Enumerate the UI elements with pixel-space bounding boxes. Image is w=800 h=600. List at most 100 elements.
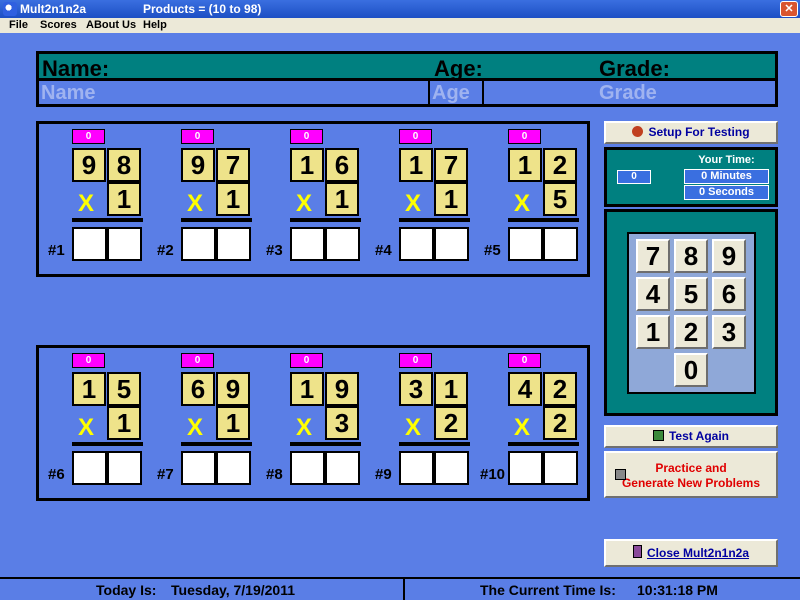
top-digit-tens: 1 xyxy=(290,372,324,406)
problem-number: #9 xyxy=(375,466,392,483)
answer-tens-box[interactable] xyxy=(508,451,543,485)
key-9[interactable]: 9 xyxy=(712,239,746,273)
problems-row-2: 0 1 5 1 X #6 0 6 9 1 X #7 0 1 9 3 X #8 0… xyxy=(36,345,590,501)
setup-for-testing-label: Setup For Testing xyxy=(648,125,750,139)
answer-ones-box[interactable] xyxy=(325,451,360,485)
test-again-button[interactable]: Test Again xyxy=(604,425,778,448)
setup-for-testing-button[interactable]: Setup For Testing xyxy=(604,121,778,144)
calculator-icon xyxy=(615,469,626,480)
menu-help[interactable]: Help xyxy=(143,19,167,31)
answer-ones-box[interactable] xyxy=(107,227,142,261)
key-7[interactable]: 7 xyxy=(636,239,670,273)
times-symbol: X xyxy=(78,190,95,217)
problem-1: 0 9 8 1 X #1 xyxy=(39,124,147,274)
age-input[interactable]: Age xyxy=(430,81,484,104)
answer-tens-box[interactable] xyxy=(181,227,216,261)
top-digit-tens: 1 xyxy=(508,148,542,182)
key-5[interactable]: 5 xyxy=(674,277,708,311)
test-again-label: Test Again xyxy=(668,429,729,443)
answer-tens-box[interactable] xyxy=(290,227,325,261)
timer-panel: 0 Your Time: 0 Minutes 0 Seconds xyxy=(604,147,778,207)
key-3[interactable]: 3 xyxy=(712,315,746,349)
current-time-label: The Current Time Is: xyxy=(480,582,616,598)
name-placeholder: Name xyxy=(41,82,96,104)
close-app-label: Close Mult2n1n2a xyxy=(646,546,750,560)
answer-ones-box[interactable] xyxy=(216,451,251,485)
problem-score: 0 xyxy=(399,353,432,368)
problem-5: 0 1 2 5 X #5 xyxy=(475,124,583,274)
times-symbol: X xyxy=(187,414,204,441)
key-4[interactable]: 4 xyxy=(636,277,670,311)
practice-generate-button[interactable]: Practice and Generate New Problems xyxy=(604,451,778,498)
key-6[interactable]: 6 xyxy=(712,277,746,311)
age-label: Age: xyxy=(434,56,483,81)
problem-number: #3 xyxy=(266,242,283,259)
key-0[interactable]: 0 xyxy=(674,353,708,387)
test-icon xyxy=(652,430,664,441)
answer-ones-box[interactable] xyxy=(325,227,360,261)
answer-ones-box[interactable] xyxy=(434,451,469,485)
problem-underline xyxy=(399,442,470,446)
answer-ones-box[interactable] xyxy=(543,227,578,261)
multiplier-digit: 1 xyxy=(325,182,359,216)
answer-tens-box[interactable] xyxy=(399,227,434,261)
problem-underline xyxy=(399,218,470,222)
menu-bar: File Scores ABout Us Help xyxy=(0,18,800,33)
answer-tens-box[interactable] xyxy=(181,451,216,485)
top-digit-ones: 6 xyxy=(325,148,359,182)
problem-score: 0 xyxy=(508,129,541,144)
close-icon: ✕ xyxy=(784,3,794,15)
answer-ones-box[interactable] xyxy=(434,227,469,261)
multiplier-digit: 1 xyxy=(216,182,250,216)
practice-label-line1: Practice and xyxy=(655,461,727,475)
problem-underline xyxy=(181,442,252,446)
multiplier-digit: 1 xyxy=(434,182,468,216)
close-window-button[interactable]: ✕ xyxy=(780,1,798,17)
problem-8: 0 1 9 3 X #8 xyxy=(257,348,365,498)
answer-tens-box[interactable] xyxy=(72,227,107,261)
top-digit-tens: 1 xyxy=(72,372,106,406)
answer-ones-box[interactable] xyxy=(107,451,142,485)
grade-label: Grade: xyxy=(599,56,670,81)
answer-tens-box[interactable] xyxy=(290,451,325,485)
grade-input[interactable]: Grade xyxy=(484,81,775,104)
top-digit-tens: 4 xyxy=(508,372,542,406)
answer-tens-box[interactable] xyxy=(72,451,107,485)
top-digit-tens: 1 xyxy=(399,148,433,182)
app-icon xyxy=(3,2,17,16)
problem-2: 0 9 7 1 X #2 xyxy=(148,124,256,274)
problem-6: 0 1 5 1 X #6 xyxy=(39,348,147,498)
key-2[interactable]: 2 xyxy=(674,315,708,349)
problem-score: 0 xyxy=(181,353,214,368)
menu-file[interactable]: File xyxy=(9,19,28,31)
top-digit-ones: 7 xyxy=(434,148,468,182)
status-divider xyxy=(403,579,405,600)
top-digit-ones: 8 xyxy=(107,148,141,182)
top-digit-tens: 1 xyxy=(290,148,324,182)
answer-ones-box[interactable] xyxy=(216,227,251,261)
problem-number: #5 xyxy=(484,242,501,259)
top-digit-ones: 1 xyxy=(434,372,468,406)
menu-about-us[interactable]: ABout Us xyxy=(86,19,136,31)
menu-scores[interactable]: Scores xyxy=(40,19,77,31)
problem-score: 0 xyxy=(181,129,214,144)
problem-4: 0 1 7 1 X #4 xyxy=(366,124,474,274)
student-info-inputs: Name Age Grade xyxy=(39,81,775,104)
times-symbol: X xyxy=(514,190,531,217)
multiplier-digit: 5 xyxy=(543,182,577,216)
key-8[interactable]: 8 xyxy=(674,239,708,273)
age-placeholder: Age xyxy=(432,82,470,104)
multiplier-digit: 3 xyxy=(325,406,359,440)
answer-ones-box[interactable] xyxy=(543,451,578,485)
problem-underline xyxy=(181,218,252,222)
key-1[interactable]: 1 xyxy=(636,315,670,349)
answer-tens-box[interactable] xyxy=(399,451,434,485)
problems-row-1: 0 9 8 1 X #1 0 9 7 1 X #2 0 1 6 1 X #3 0… xyxy=(36,121,590,277)
answer-tens-box[interactable] xyxy=(508,227,543,261)
window-title: Mult2n1n2a xyxy=(20,2,87,16)
name-input[interactable]: Name xyxy=(39,81,430,104)
close-app-button[interactable]: Close Mult2n1n2a xyxy=(604,539,778,567)
practice-label-line2: Generate New Problems xyxy=(621,476,761,490)
multiplier-digit: 1 xyxy=(216,406,250,440)
problem-score: 0 xyxy=(72,129,105,144)
